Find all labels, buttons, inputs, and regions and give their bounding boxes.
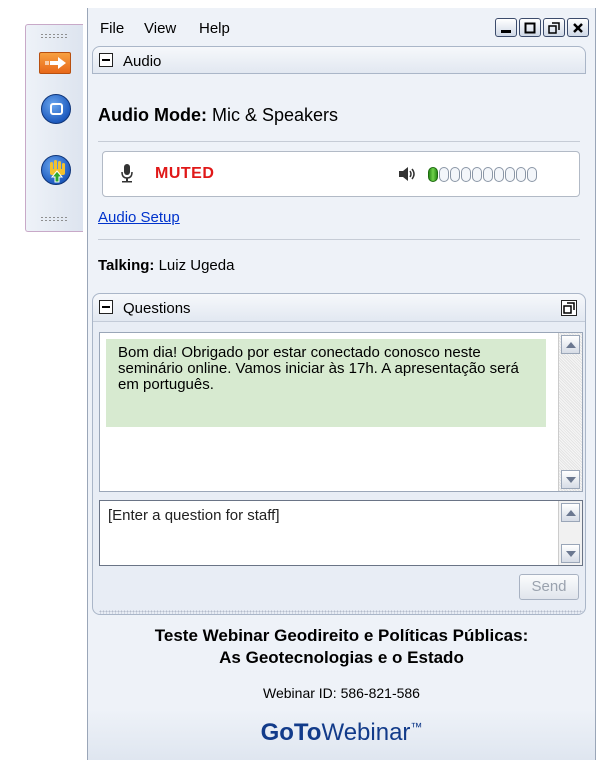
maximize-icon[interactable]: [519, 18, 541, 37]
meter-dot: [472, 167, 482, 182]
menu-help[interactable]: Help: [199, 20, 230, 37]
gotowebinar-logo: GoToWebinar™: [88, 709, 595, 760]
meter-dot: [527, 167, 537, 182]
meter-dot: [439, 167, 449, 182]
question-input-scrollbar[interactable]: [558, 501, 582, 565]
audio-section-header: Audio: [92, 46, 586, 74]
menu-file[interactable]: File: [100, 20, 124, 37]
logo-tm: ™: [410, 720, 423, 734]
window-controls: [495, 18, 589, 37]
questions-log-scrollbar[interactable]: [558, 333, 582, 491]
logo-webinar: Webinar: [321, 719, 411, 746]
hide-panel-arrow-icon[interactable]: [39, 52, 71, 74]
talking-label: Talking:: [98, 257, 155, 274]
talking-indicator: Talking: Luiz Ugeda: [98, 257, 234, 274]
speaker-icon: [398, 165, 418, 188]
questions-section: Questions Bom dia! Obrigado por estar co…: [92, 293, 586, 615]
send-button[interactable]: Send: [519, 574, 579, 600]
audio-mode-value: Mic & Speakers: [212, 105, 339, 125]
mute-status-box[interactable]: MUTED: [102, 151, 580, 197]
audio-section: Audio Mode: Mic & Speakers MUTED Audio S…: [92, 73, 586, 285]
meter-dot: [461, 167, 471, 182]
questions-log[interactable]: Bom dia! Obrigado por estar conectado co…: [99, 332, 583, 492]
webinar-title: Teste Webinar Geodireito e Políticas Púb…: [88, 625, 595, 669]
question-input[interactable]: [Enter a question for staff]: [99, 500, 583, 566]
audio-mode: Audio Mode: Mic & Speakers: [98, 105, 338, 126]
meter-dot: [450, 167, 460, 182]
divider: [98, 239, 580, 240]
popout-icon[interactable]: [561, 300, 577, 316]
audio-mode-label: Audio Mode:: [98, 105, 207, 125]
collapse-audio-icon[interactable]: [99, 53, 113, 67]
questions-section-title: Questions: [123, 300, 191, 317]
divider: [98, 141, 580, 142]
audio-level-meter: [428, 167, 537, 182]
muted-status: MUTED: [155, 165, 215, 182]
grip-handle-bottom[interactable]: [40, 216, 68, 222]
raise-hand-icon[interactable]: [41, 155, 71, 185]
webinar-title-line1: Teste Webinar Geodireito e Políticas Púb…: [154, 626, 529, 645]
audio-setup-link[interactable]: Audio Setup: [98, 209, 180, 226]
questions-section-header: Questions: [93, 294, 585, 322]
message-bubble: Bom dia! Obrigado por estar conectado co…: [106, 339, 546, 427]
scroll-down-arrow-icon[interactable]: [561, 470, 580, 489]
menu-bar: File View Help: [88, 8, 595, 46]
restore-icon[interactable]: [543, 18, 565, 37]
meter-dot: [505, 167, 515, 182]
webinar-id: Webinar ID: 586-821-586: [263, 685, 420, 701]
control-panel: File View Help Audio Audio Mode: Mic & S…: [87, 8, 596, 760]
meter-dot: [516, 167, 526, 182]
resize-grip[interactable]: [99, 610, 583, 614]
webinar-title-line2: As Geotecnologias e o Estado: [219, 648, 464, 667]
meter-dot: [494, 167, 504, 182]
meter-dot: [428, 167, 438, 182]
scroll-up-arrow-icon[interactable]: [561, 503, 580, 522]
talking-name: Luiz Ugeda: [158, 257, 235, 274]
screen-viewer-icon[interactable]: [41, 94, 71, 124]
scroll-up-arrow-icon[interactable]: [561, 335, 580, 354]
question-input-placeholder: [Enter a question for staff]: [108, 507, 280, 524]
logo-goto: GoTo: [260, 719, 322, 746]
grip-handle-top[interactable]: [40, 33, 68, 39]
microphone-icon[interactable]: [119, 163, 135, 188]
meter-dot: [483, 167, 493, 182]
close-icon[interactable]: [567, 18, 589, 37]
audio-section-title: Audio: [123, 53, 162, 70]
menu-view[interactable]: View: [144, 20, 176, 37]
minimize-icon[interactable]: [495, 18, 517, 37]
scroll-down-arrow-icon[interactable]: [561, 544, 580, 563]
side-control-tab: [25, 24, 83, 232]
collapse-questions-icon[interactable]: [99, 300, 113, 314]
